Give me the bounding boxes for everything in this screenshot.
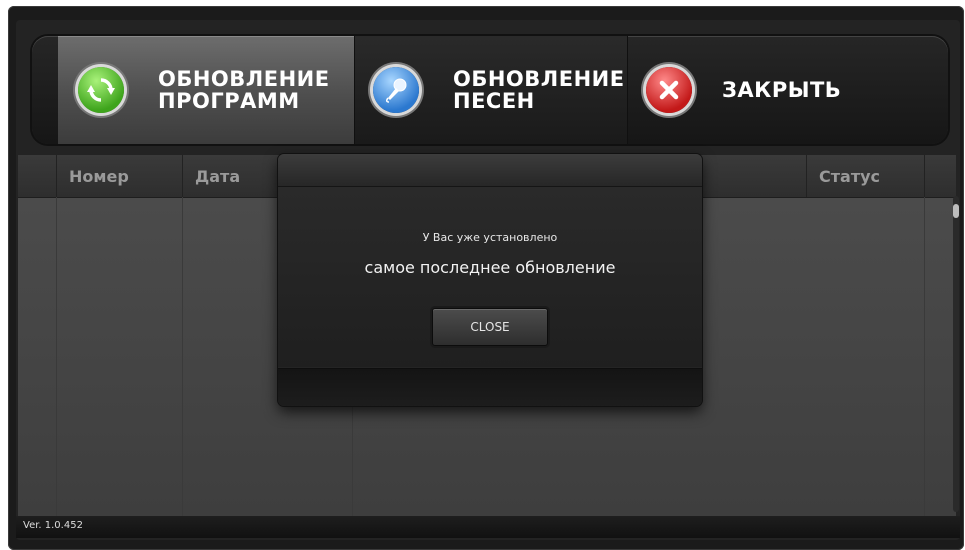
status-bar: Ver. 1.0.452	[16, 516, 960, 538]
close-app-label: ЗАКРЫТЬ	[722, 78, 842, 102]
dialog-body: У Вас уже установлено самое последнее об…	[278, 187, 702, 367]
column-divider	[182, 197, 183, 517]
close-app-button[interactable]: ЗАКРЫТЬ	[628, 36, 948, 144]
column-header-status[interactable]: Статус	[806, 155, 924, 197]
version-label: Ver. 1.0.452	[23, 520, 83, 531]
column-divider	[924, 197, 925, 517]
microphone-icon	[373, 67, 419, 113]
refresh-icon	[78, 67, 124, 113]
dialog-message-line2: самое последнее обновление	[364, 258, 616, 277]
update-songs-label: ОБНОВЛЕНИЕ ПЕСЕН	[453, 67, 625, 113]
column-divider	[56, 197, 57, 517]
dialog-footer	[278, 368, 702, 406]
update-programs-label: ОБНОВЛЕНИЕ ПРОГРАММ	[158, 67, 330, 113]
scrollbar-thumb[interactable]	[953, 204, 959, 218]
dialog-message-line1: У Вас уже установлено	[422, 231, 558, 244]
info-dialog: У Вас уже установлено самое последнее об…	[278, 154, 702, 406]
dialog-header	[278, 154, 702, 187]
table-scrollbar[interactable]	[953, 196, 959, 512]
column-header-spacer	[924, 155, 956, 197]
top-toolbar: ОБНОВЛЕНИЕ ПРОГРАММ ОБНОВЛЕНИЕ ПЕСЕН ЗАК…	[32, 36, 948, 144]
close-x-icon	[646, 67, 692, 113]
column-header-date-label: Дата	[195, 167, 241, 186]
dialog-close-button[interactable]: CLOSE	[432, 308, 548, 346]
column-header-number[interactable]: Номер	[56, 155, 182, 197]
update-songs-button[interactable]: ОБНОВЛЕНИЕ ПЕСЕН	[355, 36, 628, 144]
update-programs-button[interactable]: ОБНОВЛЕНИЕ ПРОГРАММ	[58, 36, 355, 144]
